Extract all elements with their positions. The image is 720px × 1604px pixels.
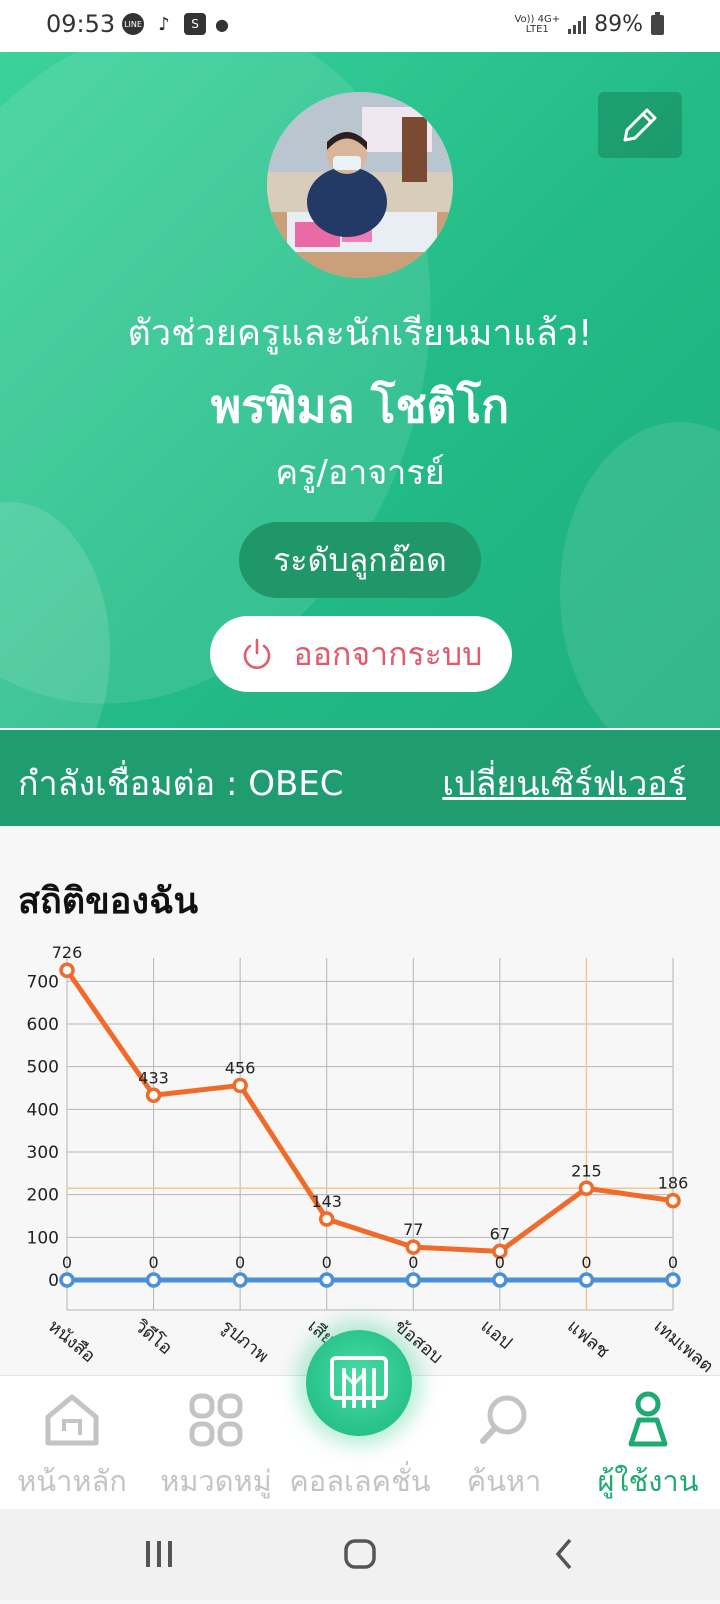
data-label: 143 bbox=[311, 1192, 342, 1211]
more-dot-icon: ● bbox=[215, 14, 229, 34]
x-tick-label: เทมเพลต bbox=[650, 1316, 718, 1377]
level-badge: ระดับลูกอ๊อด bbox=[239, 522, 481, 598]
nav-user[interactable]: ผู้ใช้งาน bbox=[576, 1384, 720, 1504]
notification-icons: LINE ♪ S ● bbox=[122, 13, 229, 35]
stats-title: สถิติของฉัน bbox=[18, 881, 199, 922]
status-right: Vo)) 4G+ LTE1 89% bbox=[514, 11, 664, 37]
tiktok-icon: ♪ bbox=[153, 13, 175, 35]
search-icon bbox=[480, 1395, 527, 1444]
y-tick-label: 500 bbox=[27, 1058, 59, 1078]
greeting-text: ตัวช่วยครูและนักเรียนมาแล้ว! bbox=[127, 313, 593, 354]
edit-profile-button[interactable] bbox=[598, 92, 682, 158]
category-icon bbox=[189, 1393, 243, 1447]
line-icon: LINE bbox=[122, 13, 144, 35]
network-indicator: Vo)) 4G+ LTE1 bbox=[514, 13, 561, 35]
home-icon bbox=[45, 1394, 99, 1446]
back-button[interactable] bbox=[555, 1538, 572, 1570]
nav-home[interactable]: หน้าหลัก bbox=[0, 1384, 144, 1504]
collection-icon bbox=[330, 1356, 388, 1408]
user-role: ครู/อาจารย์ bbox=[275, 453, 445, 493]
data-point bbox=[578, 1272, 595, 1288]
data-label: 0 bbox=[668, 1253, 678, 1272]
x-tick-label: หนังสือ bbox=[44, 1316, 99, 1367]
data-point bbox=[318, 1211, 335, 1227]
data-point bbox=[232, 1077, 248, 1094]
collection-fab-button[interactable] bbox=[306, 1330, 412, 1436]
y-tick-label: 0 bbox=[48, 1271, 59, 1291]
data-label: 433 bbox=[138, 1068, 169, 1087]
system-nav-bar bbox=[0, 1509, 720, 1600]
status-bar: 09:53 LINE ♪ S ● Vo)) 4G+ LTE1 89% bbox=[0, 0, 720, 52]
line-chart: 010020030040050060070072643345614377 6721… bbox=[27, 943, 718, 1377]
nav-label: ผู้ใช้งาน bbox=[597, 1464, 699, 1498]
y-tick-label: 400 bbox=[27, 1100, 59, 1120]
data-label: 215 bbox=[571, 1161, 602, 1180]
data-point bbox=[578, 1180, 595, 1197]
data-point bbox=[59, 1272, 75, 1288]
x-tick-label: แอป bbox=[477, 1316, 516, 1354]
status-time: 09:53 bbox=[46, 10, 116, 38]
data-label: 0 bbox=[408, 1253, 418, 1272]
signal-icon bbox=[568, 15, 587, 34]
data-point bbox=[665, 1272, 681, 1288]
data-point bbox=[405, 1272, 422, 1288]
avatar bbox=[267, 92, 453, 278]
data-point bbox=[145, 1272, 162, 1288]
series-line bbox=[64, 968, 674, 1254]
user-name: พรพิมล โชติโก bbox=[210, 379, 510, 433]
logout-label: ออกจากระบบ bbox=[293, 634, 483, 673]
data-label: 456 bbox=[225, 1058, 256, 1077]
y-tick-label: 100 bbox=[27, 1228, 59, 1248]
data-point bbox=[232, 1272, 248, 1288]
x-tick-label: รูปภาพ bbox=[217, 1316, 273, 1367]
data-point bbox=[145, 1087, 162, 1104]
y-tick-label: 200 bbox=[27, 1186, 59, 1206]
profile-header: ตัวช่วยครูและนักเรียนมาแล้ว! พรพิมล โชติ… bbox=[0, 52, 720, 728]
server-bar: กำลังเชื่อมต่อ : OBEC เปลี่ยนเซิร์ฟเวอร์ bbox=[0, 730, 720, 826]
power-icon bbox=[243, 638, 270, 669]
battery-icon bbox=[651, 11, 664, 35]
change-server-link[interactable]: เปลี่ยนเซิร์ฟเวอร์ bbox=[442, 756, 686, 810]
data-label: 0 bbox=[62, 1253, 72, 1272]
stats-chart: 0 100 200 300 400 500 600 700 726 433 456 143 77 67 21… bbox=[0, 940, 720, 1380]
data-point bbox=[405, 1239, 422, 1255]
pencil-icon bbox=[623, 108, 657, 142]
data-label: 0 bbox=[495, 1253, 505, 1272]
logout-button[interactable]: ออกจากระบบ bbox=[210, 616, 512, 692]
data-point bbox=[318, 1272, 335, 1288]
nav-label: คอลเลคชั่น bbox=[289, 1464, 431, 1498]
home-button[interactable] bbox=[344, 1539, 376, 1569]
nav-label: ค้นหา bbox=[466, 1464, 542, 1498]
data-point bbox=[492, 1272, 508, 1288]
data-point bbox=[59, 962, 75, 978]
level-label: ระดับลูกอ๊อด bbox=[273, 540, 447, 579]
nav-label: หมวดหมู่ bbox=[160, 1464, 272, 1498]
data-label: 726 bbox=[52, 943, 83, 962]
data-label: 77 bbox=[403, 1220, 423, 1239]
y-tick-label: 300 bbox=[27, 1143, 59, 1163]
data-label: 0 bbox=[581, 1253, 591, 1272]
data-label: 186 bbox=[658, 1174, 689, 1193]
shopee-icon: S bbox=[184, 13, 206, 35]
data-label: 0 bbox=[148, 1253, 158, 1272]
x-tick-label: วิดีโอ bbox=[130, 1315, 177, 1359]
recents-button[interactable] bbox=[146, 1541, 172, 1567]
battery-percent: 89% bbox=[594, 12, 643, 37]
nav-search[interactable]: ค้นหา bbox=[432, 1384, 576, 1504]
user-icon bbox=[628, 1391, 668, 1447]
nav-label: หน้าหลัก bbox=[17, 1464, 127, 1498]
server-status: กำลังเชื่อมต่อ : OBEC bbox=[18, 764, 344, 804]
data-label: 0 bbox=[235, 1253, 245, 1272]
data-point bbox=[665, 1192, 681, 1209]
x-tick-label: แฟลช bbox=[563, 1316, 613, 1363]
nav-category[interactable]: หมวดหมู่ bbox=[144, 1384, 288, 1504]
y-tick-label: 700 bbox=[27, 972, 59, 992]
y-tick-label: 600 bbox=[27, 1015, 59, 1035]
data-label: 67 bbox=[490, 1224, 510, 1243]
data-label: 0 bbox=[322, 1253, 332, 1272]
